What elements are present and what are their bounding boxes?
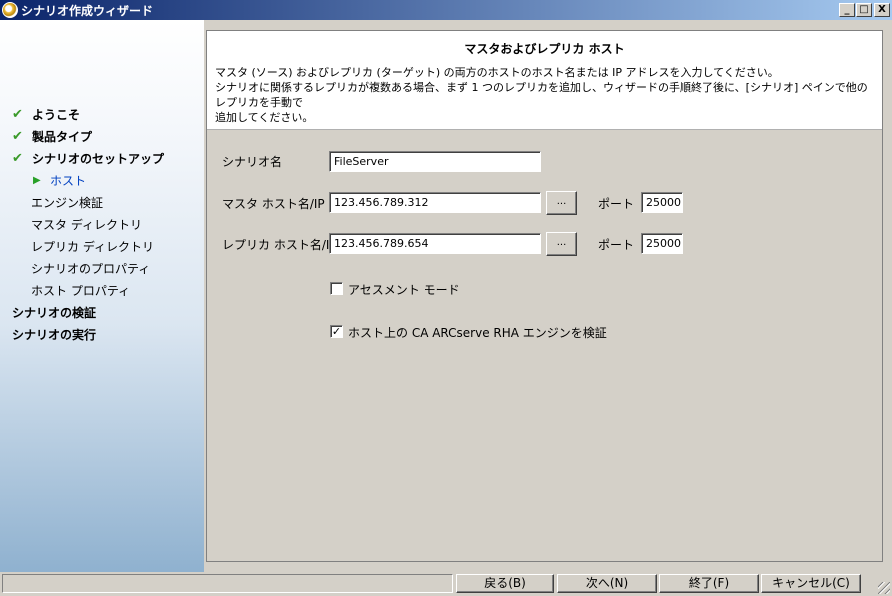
nav-step-label: シナリオの検証 — [12, 305, 97, 320]
assessment-mode-checkbox[interactable] — [330, 282, 343, 295]
master-host-label: マスタ ホスト名/IP — [222, 197, 325, 211]
page-description: マスタ (ソース) およびレプリカ (ターゲット) の両方のホストのホスト名また… — [215, 65, 875, 125]
master-port-input[interactable]: 25000 — [641, 192, 683, 213]
close-button[interactable]: X — [874, 3, 890, 17]
nav-step-master-directory: マスタ ディレクトリ — [31, 216, 142, 232]
nav-step-label: シナリオの実行 — [12, 327, 97, 342]
verify-engine-checkbox[interactable]: ✓ — [330, 325, 343, 338]
replica-port-label: ポート — [598, 238, 635, 252]
master-port-label: ポート — [598, 197, 635, 211]
description-line: シナリオに関係するレプリカが複数ある場合、まず 1 つのレプリカを追加し、ウィザ… — [215, 81, 868, 109]
check-icon: ✔ — [12, 128, 23, 144]
cancel-button[interactable]: キャンセル(C) — [761, 574, 861, 593]
master-browse-button[interactable]: ... — [546, 191, 577, 215]
replica-host-input[interactable]: 123.456.789.654 — [329, 233, 541, 254]
window-title: シナリオ作成ウィザード — [21, 3, 154, 18]
nav-step-label: 製品タイプ — [32, 129, 93, 144]
page-title: マスタおよびレプリカ ホスト — [464, 42, 625, 56]
nav-step-engine-verification: エンジン検証 — [31, 194, 103, 210]
nav-step-welcome: ✔ ようこそ — [12, 106, 80, 122]
app-icon — [2, 2, 18, 18]
replica-host-label: レプリカ ホスト名/IP — [222, 238, 337, 252]
replica-browse-button[interactable]: ... — [546, 232, 577, 256]
verify-engine-label[interactable]: ホスト上の CA ARCserve RHA エンジンを検証 — [348, 324, 607, 341]
nav-step-label: ホスト プロパティ — [31, 283, 131, 298]
next-button[interactable]: 次へ(N) — [557, 574, 657, 593]
nav-step-scenario-properties: シナリオのプロパティ — [31, 260, 150, 276]
resize-grip-icon[interactable] — [878, 582, 890, 594]
nav-step-label: ようこそ — [32, 107, 81, 122]
nav-step-label: マスタ ディレクトリ — [31, 217, 142, 232]
description-line: 追加してください。 — [215, 111, 314, 124]
nav-section-scenario-verification: シナリオの検証 — [12, 304, 96, 320]
replica-port-input[interactable]: 25000 — [641, 233, 683, 254]
nav-step-hosts: ▶ ホスト — [33, 172, 86, 188]
minimize-button[interactable]: _ — [839, 3, 855, 17]
scenario-name-label: シナリオ名 — [222, 155, 283, 169]
maximize-button[interactable]: □ — [856, 3, 872, 17]
check-icon: ✔ — [12, 150, 23, 166]
wizard-steps-panel: ✔ ようこそ ✔ 製品タイプ ✔ シナリオのセットアップ ▶ ホスト エンジン検… — [0, 20, 204, 572]
nav-step-host-properties: ホスト プロパティ — [31, 282, 130, 298]
back-button[interactable]: 戻る(B) — [456, 574, 554, 593]
current-step-arrow-icon: ▶ — [33, 174, 41, 186]
assessment-mode-label[interactable]: アセスメント モード — [348, 281, 460, 298]
nav-step-label: ホスト — [50, 173, 87, 188]
scenario-name-input[interactable]: FileServer — [329, 151, 541, 172]
nav-step-product-type: ✔ 製品タイプ — [12, 128, 92, 144]
finish-button[interactable]: 終了(F) — [659, 574, 759, 593]
check-icon: ✔ — [12, 106, 23, 122]
nav-step-scenario-setup: ✔ シナリオのセットアップ — [12, 150, 164, 166]
nav-step-replica-directory: レプリカ ディレクトリ — [31, 238, 154, 254]
nav-step-label: エンジン検証 — [31, 195, 104, 210]
status-bar — [2, 574, 453, 593]
nav-section-run-scenario: シナリオの実行 — [12, 326, 96, 342]
description-line: マスタ (ソース) およびレプリカ (ターゲット) の両方のホストのホスト名また… — [215, 66, 779, 79]
title-bar: シナリオ作成ウィザード _ □ X — [0, 0, 892, 20]
nav-step-label: レプリカ ディレクトリ — [31, 239, 154, 254]
nav-step-label: シナリオのセットアップ — [32, 151, 165, 166]
page-header: マスタおよびレプリカ ホスト マスタ (ソース) およびレプリカ (ターゲット)… — [207, 31, 882, 130]
nav-step-label: シナリオのプロパティ — [31, 261, 151, 276]
content-panel: マスタおよびレプリカ ホスト マスタ (ソース) およびレプリカ (ターゲット)… — [206, 30, 883, 562]
master-host-input[interactable]: 123.456.789.312 — [329, 192, 541, 213]
